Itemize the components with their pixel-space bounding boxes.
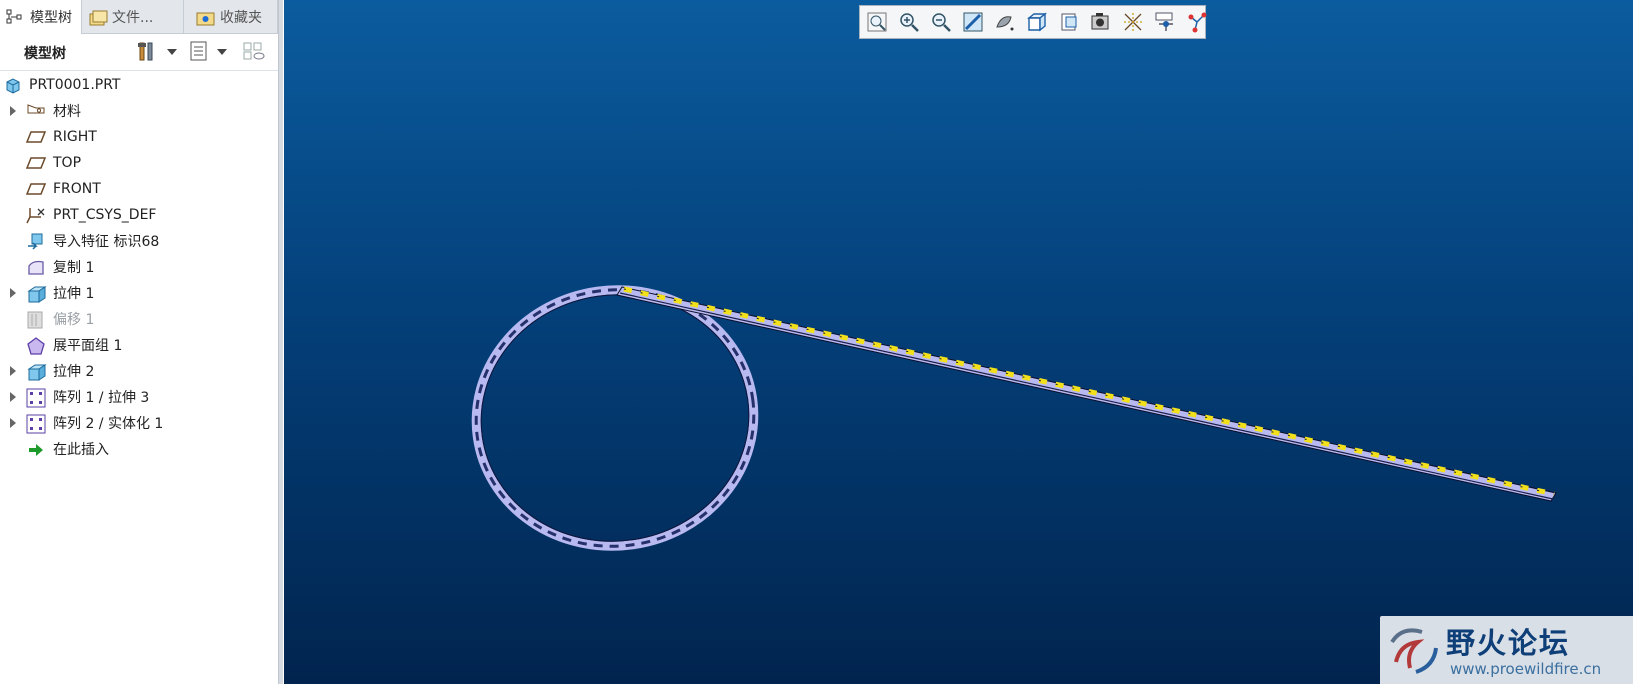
material-icon <box>26 102 46 120</box>
model-tree-panel: 模型树 文件... 收藏夹 模型树 PRT0001.PRT 材料 RIGHT T… <box>0 0 283 684</box>
tree-item-copy[interactable]: 复制 1 <box>0 254 278 280</box>
spin-center-icon[interactable] <box>1154 11 1176 33</box>
expand-arrow-icon[interactable] <box>10 106 16 116</box>
saved-orientations-icon[interactable] <box>1026 11 1048 33</box>
tree-item-label: 拉伸 2 <box>53 364 95 380</box>
part-icon <box>4 76 24 94</box>
expand-arrow-icon[interactable] <box>10 418 16 428</box>
datum-plane-icon <box>25 154 47 172</box>
tree-item-insert-here[interactable]: 在此插入 <box>0 436 278 462</box>
watermark-logo <box>1390 628 1438 674</box>
view-manager-icon[interactable] <box>1058 11 1080 33</box>
tree-item-import-feature[interactable]: 导入特征 标识68 <box>0 228 278 254</box>
led-strip-straight <box>616 286 1557 502</box>
tree-item-csys[interactable]: PRT_CSYS_DEF <box>0 202 278 228</box>
tree-item-extrude-1[interactable]: 拉伸 1 <box>0 280 278 306</box>
tree-title: 模型树 <box>24 46 66 62</box>
model-tree: PRT0001.PRT 材料 RIGHT TOP FRONT PRT_CSYS_… <box>0 72 278 462</box>
tree-item-pattern-1[interactable]: 阵列 1 / 拉伸 3 <box>0 384 278 410</box>
watermark-url: www.proewildfire.cn <box>1450 660 1602 678</box>
insert-here-arrow-icon <box>26 440 46 458</box>
favorites-icon <box>196 9 215 25</box>
tree-item-label: 材料 <box>53 104 81 120</box>
tab-model-tree[interactable]: 模型树 <box>0 0 82 34</box>
tab-label: 收藏夹 <box>220 9 262 26</box>
tree-item-front[interactable]: FRONT <box>0 176 278 202</box>
tree-item-label: 复制 1 <box>53 260 95 276</box>
display-style-icon[interactable] <box>994 11 1016 33</box>
graphics-viewport[interactable]: 野火论坛 www.proewildfire.cn <box>284 0 1633 684</box>
pattern-icon <box>26 388 46 408</box>
zoom-out-icon[interactable] <box>930 11 952 33</box>
extrude-icon <box>26 284 47 303</box>
extrude-icon <box>26 362 47 381</box>
coordinate-system-icon <box>26 206 46 224</box>
expand-arrow-icon[interactable] <box>10 366 16 376</box>
tree-item-material[interactable]: 材料 <box>0 98 278 124</box>
expand-arrow-icon[interactable] <box>10 392 16 402</box>
show-options-icon[interactable] <box>188 40 210 62</box>
datum-plane-icon <box>25 180 47 198</box>
annotation-display-icon[interactable] <box>1186 11 1208 33</box>
filter-icon[interactable] <box>242 40 265 62</box>
tree-item-label: 偏移 1 <box>53 312 95 328</box>
tree-item-label: 阵列 2 / 实体化 1 <box>53 416 164 432</box>
folder-browser-icon <box>88 9 108 25</box>
tree-item-right[interactable]: RIGHT <box>0 124 278 150</box>
navigator-tabs: 模型树 文件... 收藏夹 <box>0 0 278 34</box>
offset-icon <box>26 310 46 329</box>
led-strip-model <box>471 285 1557 551</box>
tree-item-label: RIGHT <box>53 129 97 145</box>
forum-watermark: 野火论坛 www.proewildfire.cn <box>1380 616 1633 684</box>
import-feature-icon <box>26 232 46 250</box>
watermark-title: 野火论坛 <box>1446 626 1571 660</box>
datum-display-icon[interactable] <box>1122 11 1144 33</box>
tree-item-extrude-2[interactable]: 拉伸 2 <box>0 358 278 384</box>
model-tree-icon <box>6 9 24 25</box>
settings-tools-icon[interactable] <box>136 40 158 62</box>
flatten-quilt-icon <box>26 336 46 355</box>
settings-dropdown-caret[interactable] <box>167 49 177 55</box>
perspective-icon[interactable] <box>1090 11 1112 33</box>
tree-item-label: 展平面组 1 <box>53 338 123 354</box>
tree-toolbar: 模型树 <box>0 34 278 71</box>
tree-item-label: PRT_CSYS_DEF <box>53 207 157 223</box>
tab-label: 文件... <box>112 9 154 26</box>
tree-item-flatten-quilt[interactable]: 展平面组 1 <box>0 332 278 358</box>
tree-item-label: FRONT <box>53 181 101 197</box>
tree-item-label: TOP <box>53 155 82 171</box>
tab-file-browser[interactable]: 文件... <box>82 0 184 33</box>
refit-icon[interactable] <box>866 11 888 33</box>
tree-item-offset[interactable]: 偏移 1 <box>0 306 278 332</box>
tree-root[interactable]: PRT0001.PRT <box>0 72 278 98</box>
pattern-icon <box>26 414 46 434</box>
copy-surface-icon <box>26 258 46 276</box>
tree-item-label: 拉伸 1 <box>53 286 95 302</box>
tree-item-label: 在此插入 <box>53 442 109 458</box>
tab-label: 模型树 <box>30 10 72 26</box>
tree-root-label: PRT0001.PRT <box>29 77 121 93</box>
show-dropdown-caret[interactable] <box>217 49 227 55</box>
datum-plane-icon <box>25 128 47 146</box>
tab-favorites[interactable]: 收藏夹 <box>184 0 278 33</box>
tree-item-pattern-2[interactable]: 阵列 2 / 实体化 1 <box>0 410 278 436</box>
repaint-icon[interactable] <box>962 11 984 33</box>
zoom-in-icon[interactable] <box>898 11 920 33</box>
tree-item-label: 阵列 1 / 拉伸 3 <box>53 390 150 406</box>
view-toolbar <box>859 5 1208 39</box>
expand-arrow-icon[interactable] <box>10 288 16 298</box>
tree-item-top[interactable]: TOP <box>0 150 278 176</box>
tree-item-label: 导入特征 标识68 <box>53 234 160 250</box>
